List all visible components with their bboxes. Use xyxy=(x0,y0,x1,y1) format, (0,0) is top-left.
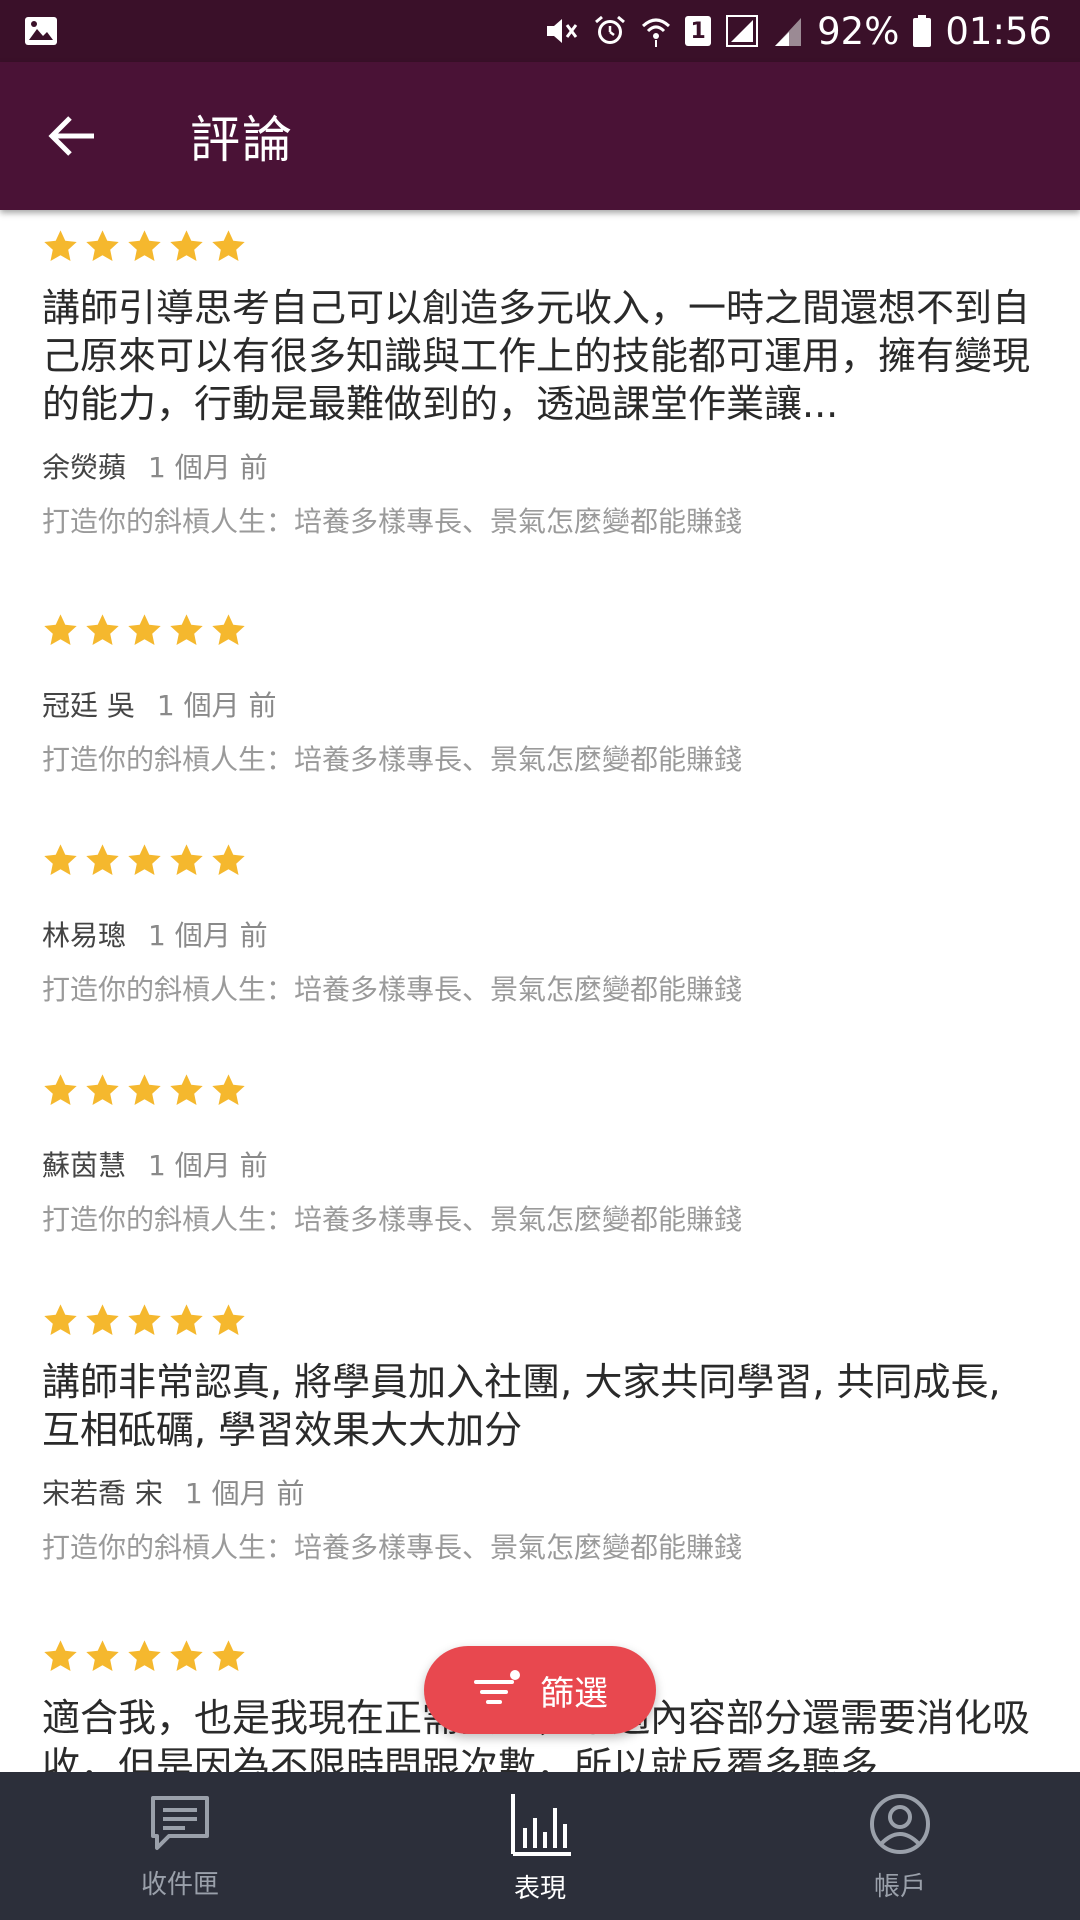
review-text: 講師非常認真, 將學員加入社團, 大家共同學習, 共同成長, 互相砥礪, 學習效… xyxy=(42,1360,1001,1452)
star-icon xyxy=(128,844,161,875)
review-text: 講師引導思考自己可以創造多元收入，一時之間還想不到自己原來可以有很多知識與工作上… xyxy=(42,286,1031,426)
signal-icon-2 xyxy=(773,14,803,48)
sim-badge: 1 xyxy=(685,16,712,46)
star-icon xyxy=(170,1074,203,1105)
status-bar: 1 92% 01:56 xyxy=(0,0,1080,62)
review-author: 宋若喬 宋 xyxy=(42,1477,163,1510)
review-course: 打造你的斜槓人生：培養多樣專長、景氣怎麼變都能賺錢 xyxy=(42,505,743,538)
review-meta: 余熒蘋 1 個月 前 xyxy=(42,446,1042,486)
filter-label: 篩選 xyxy=(540,1673,608,1714)
chat-icon xyxy=(151,1796,209,1850)
star-icon xyxy=(170,1304,203,1335)
star-icon xyxy=(170,1640,203,1671)
review-item[interactable]: 講師非常認真, 將學員加入社團, 大家共同學習, 共同成長, 互相砥礪, 學習效… xyxy=(42,1302,1042,1566)
nav-label: 收件匣 xyxy=(140,1870,219,1900)
star-rating xyxy=(42,228,1042,270)
bottom-nav: 收件匣 表現 帳戶 xyxy=(0,1772,1080,1920)
star-icon xyxy=(128,1074,161,1105)
review-author: 余熒蘋 xyxy=(42,451,127,484)
back-button[interactable] xyxy=(40,104,104,168)
signal-icon xyxy=(725,14,759,48)
alarm-icon xyxy=(593,14,627,48)
review-time: 1 個月 前 xyxy=(184,1477,305,1510)
star-icon xyxy=(212,1640,245,1671)
star-icon xyxy=(44,844,77,875)
star-icon xyxy=(212,844,245,875)
star-rating xyxy=(42,842,1042,884)
review-time: 1 個月 前 xyxy=(148,919,268,952)
review-item[interactable]: 講師引導思考自己可以創造多元收入，一時之間還想不到自己原來可以有很多知識與工作上… xyxy=(42,228,1042,540)
star-rating xyxy=(42,1302,1042,1344)
review-course: 打造你的斜槓人生：培養多樣專長、景氣怎麼變都能賺錢 xyxy=(42,1531,743,1564)
battery-percent: 92% xyxy=(817,9,900,53)
star-icon xyxy=(86,614,119,645)
wifi-icon xyxy=(641,14,671,48)
review-meta: 冠廷 吳 1 個月 前 xyxy=(42,684,1042,724)
review-meta: 林易璁 1 個月 前 xyxy=(42,914,1042,954)
star-icon xyxy=(128,1304,161,1335)
star-icon xyxy=(212,1304,245,1335)
nav-label: 表現 xyxy=(513,1874,566,1904)
mute-icon xyxy=(543,14,579,48)
app-bar: 評論 xyxy=(0,62,1080,210)
star-icon xyxy=(86,844,119,875)
star-rating xyxy=(42,612,1042,654)
star-icon xyxy=(212,1074,245,1105)
bar-chart-icon xyxy=(511,1794,571,1856)
star-icon xyxy=(86,1640,119,1671)
review-course: 打造你的斜槓人生：培養多樣專長、景氣怎麼變都能賺錢 xyxy=(42,1203,743,1236)
star-icon xyxy=(128,1640,161,1671)
clock: 01:56 xyxy=(945,9,1052,53)
review-item[interactable]: 冠廷 吳 1 個月 前 打造你的斜槓人生：培養多樣專長、景氣怎麼變都能賺錢 xyxy=(42,612,1042,778)
filter-button[interactable]: 篩選 xyxy=(424,1646,656,1734)
filter-icon xyxy=(474,1670,520,1704)
star-icon xyxy=(86,230,119,261)
page-title: 評論 xyxy=(190,111,294,169)
battery-icon xyxy=(913,15,932,47)
review-author: 蘇茵慧 xyxy=(42,1149,127,1182)
star-icon xyxy=(170,230,203,261)
star-icon xyxy=(212,614,245,645)
review-meta: 蘇茵慧 1 個月 前 xyxy=(42,1144,1042,1184)
review-course: 打造你的斜槓人生：培養多樣專長、景氣怎麼變都能賺錢 xyxy=(42,743,743,776)
star-icon xyxy=(44,1074,77,1105)
review-author: 林易璁 xyxy=(42,919,127,952)
star-icon xyxy=(86,1304,119,1335)
review-course: 打造你的斜槓人生：培養多樣專長、景氣怎麼變都能賺錢 xyxy=(42,973,743,1006)
star-icon xyxy=(128,614,161,645)
review-time: 1 個月 前 xyxy=(156,689,277,722)
nav-item-performance[interactable]: 表現 xyxy=(360,1772,720,1920)
star-icon xyxy=(170,844,203,875)
star-icon xyxy=(212,230,245,261)
status-icons: 1 92% 01:56 xyxy=(543,0,1052,62)
star-icon xyxy=(44,1640,77,1671)
nav-label: 帳戶 xyxy=(873,1872,926,1902)
star-icon xyxy=(128,230,161,261)
star-rating xyxy=(42,1072,1042,1114)
star-icon xyxy=(86,1074,119,1105)
star-icon xyxy=(44,230,77,261)
star-icon xyxy=(170,614,203,645)
review-item[interactable]: 林易璁 1 個月 前 打造你的斜槓人生：培養多樣專長、景氣怎麼變都能賺錢 xyxy=(42,842,1042,1008)
review-time: 1 個月 前 xyxy=(148,451,268,484)
image-notification-icon xyxy=(24,16,58,50)
review-meta: 宋若喬 宋 1 個月 前 xyxy=(42,1472,1042,1512)
arrow-left-icon xyxy=(48,116,94,156)
star-icon xyxy=(44,614,77,645)
nav-item-account[interactable]: 帳戶 xyxy=(720,1772,1080,1920)
review-time: 1 個月 前 xyxy=(148,1149,268,1182)
account-icon xyxy=(870,1794,930,1854)
review-author: 冠廷 吳 xyxy=(42,689,135,722)
review-list[interactable]: 講師引導思考自己可以創造多元收入，一時之間還想不到自己原來可以有很多知識與工作上… xyxy=(0,210,1080,1772)
nav-item-inbox[interactable]: 收件匣 xyxy=(0,1772,360,1920)
review-item[interactable]: 蘇茵慧 1 個月 前 打造你的斜槓人生：培養多樣專長、景氣怎麼變都能賺錢 xyxy=(42,1072,1042,1238)
star-icon xyxy=(44,1304,77,1335)
